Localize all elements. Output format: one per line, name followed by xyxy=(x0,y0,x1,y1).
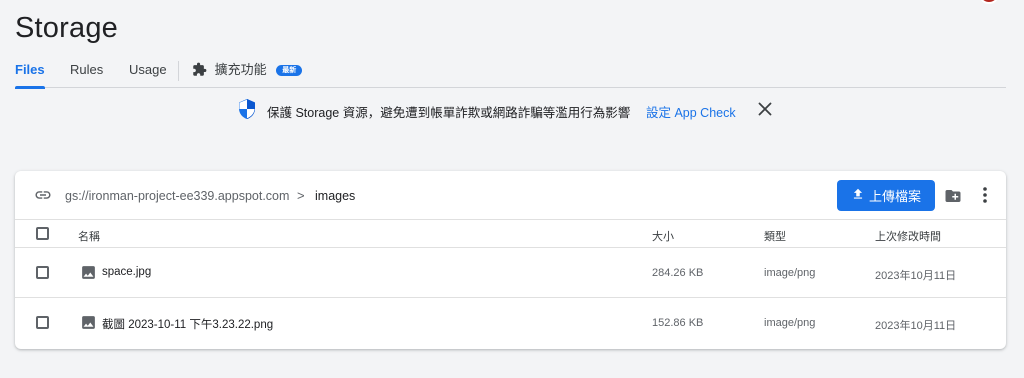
file-size: 284.26 KB xyxy=(652,267,704,279)
upload-file-button[interactable]: 上傳檔案 xyxy=(837,180,935,211)
column-name[interactable]: 名稱 xyxy=(78,228,100,244)
column-type[interactable]: 類型 xyxy=(764,228,786,244)
breadcrumb-bucket[interactable]: gs://ironman-project-ee339.appspot.com xyxy=(65,189,289,203)
row-checkbox[interactable] xyxy=(36,266,49,279)
link-icon[interactable] xyxy=(33,186,53,209)
new-badge: 最新 xyxy=(276,65,303,76)
file-browser-header: gs://ironman-project-ee339.appspot.com >… xyxy=(15,171,1006,220)
table-row[interactable]: 截圖 2023-10-11 下午3.23.22.png 152.86 KB im… xyxy=(15,298,1006,348)
column-modified[interactable]: 上次修改時間 xyxy=(875,228,941,244)
file-name[interactable]: 截圖 2023-10-11 下午3.23.22.png xyxy=(102,316,273,332)
tab-bar: Files Rules Usage 擴充功能 最新 xyxy=(15,56,1006,89)
table-row[interactable]: space.jpg 284.26 KB image/png 2023年10月11… xyxy=(15,248,1006,298)
avatar[interactable] xyxy=(980,0,998,4)
file-type: image/png xyxy=(764,317,816,329)
file-modified: 2023年10月11日 xyxy=(875,320,957,332)
tab-rules[interactable]: Rules xyxy=(70,56,103,88)
file-name[interactable]: space.jpg xyxy=(102,266,151,278)
upload-icon xyxy=(851,187,865,204)
close-icon[interactable] xyxy=(757,101,773,122)
tab-files[interactable]: Files xyxy=(15,56,45,89)
tab-divider xyxy=(178,61,179,81)
create-folder-icon[interactable] xyxy=(943,187,963,210)
extensions-icon xyxy=(192,59,207,87)
select-all-checkbox[interactable] xyxy=(36,227,49,240)
app-check-banner: 保護 Storage 資源，避免遭到帳單詐欺或網路詐騙等濫用行為影響 設定 Ap… xyxy=(0,96,1024,122)
row-checkbox[interactable] xyxy=(36,316,49,329)
image-file-icon xyxy=(80,264,97,286)
breadcrumb-folder[interactable]: images xyxy=(315,189,355,203)
column-size[interactable]: 大小 xyxy=(652,228,674,244)
tab-extensions[interactable]: 擴充功能 最新 xyxy=(192,56,303,88)
file-browser: gs://ironman-project-ee339.appspot.com >… xyxy=(15,171,1006,349)
more-vert-icon[interactable] xyxy=(982,186,988,209)
file-size: 152.86 KB xyxy=(652,317,704,329)
banner-message: 保護 Storage 資源，避免遭到帳單詐欺或網路詐騙等濫用行為影響 xyxy=(267,106,631,120)
file-type: image/png xyxy=(764,267,816,279)
page-title: Storage xyxy=(15,12,118,44)
shield-icon xyxy=(237,98,257,125)
file-modified: 2023年10月11日 xyxy=(875,270,957,282)
tab-usage[interactable]: Usage xyxy=(129,56,167,88)
setup-app-check-link[interactable]: 設定 App Check xyxy=(646,102,736,121)
table-header: 名稱 大小 類型 上次修改時間 xyxy=(15,220,1006,248)
breadcrumb-separator: > xyxy=(297,188,305,203)
storage-page: Storage Files Rules Usage 擴充功能 最新 保護 Sto… xyxy=(0,0,1024,378)
image-file-icon xyxy=(80,314,97,336)
